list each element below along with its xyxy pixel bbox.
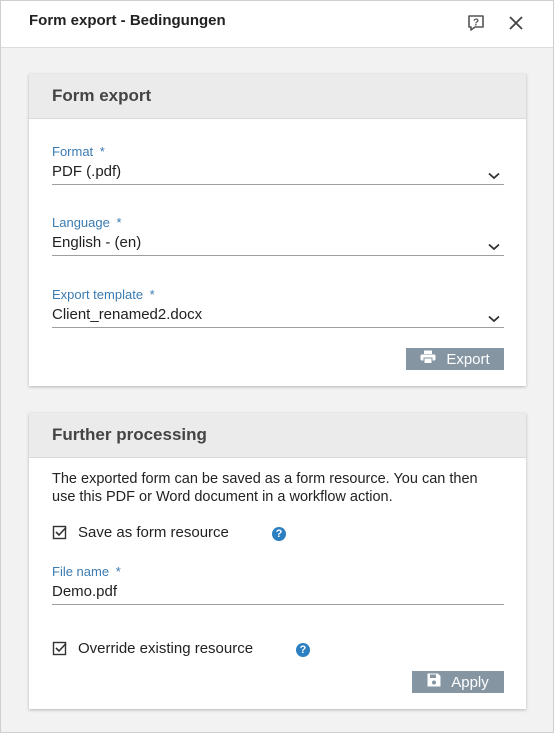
further-processing-header: Further processing [29,413,526,458]
save-as-resource-label: Save as form resource [78,524,229,541]
form-export-header: Form export [29,74,526,119]
required-marker: * [116,215,122,230]
format-label: Format * [52,144,504,159]
format-field[interactable]: Format * PDF (.pdf) [52,144,504,185]
save-icon [427,673,441,691]
language-label-text: Language [52,215,110,230]
save-as-resource-help-icon[interactable]: ? [272,527,286,541]
export-template-select[interactable]: Client_renamed2.docx [52,305,504,328]
required-marker: * [149,287,155,302]
file-name-field[interactable]: File name * Demo.pdf [52,564,504,605]
format-value: PDF (.pdf) [52,163,122,180]
export-template-label: Export template * [52,287,504,302]
dialog-titlebar: Form export - Bedingungen ? [1,1,553,48]
required-marker: * [99,144,105,159]
save-as-resource-checkbox[interactable] [52,525,68,541]
override-resource-checkbox[interactable] [52,641,68,657]
file-name-label-text: File name [52,564,110,579]
help-feedback-icon[interactable]: ? [464,11,488,35]
format-label-text: Format [52,144,94,159]
file-name-input[interactable]: Demo.pdf [52,582,504,605]
override-resource-label: Override existing resource [78,640,254,657]
file-name-value: Demo.pdf [52,583,118,600]
form-export-dialog: Form export - Bedingungen ? Form export … [0,0,554,733]
language-value: English - (en) [52,234,142,251]
export-template-field[interactable]: Export template * Client_renamed2.docx [52,287,504,328]
override-resource-row[interactable]: Override existing resource [52,640,253,657]
apply-button-label: Apply [451,673,489,691]
svg-text:?: ? [473,18,479,29]
further-processing-card: Further processing The exported form can… [29,413,526,709]
form-export-card: Form export Format * PDF (.pdf) Language… [29,74,526,386]
language-field[interactable]: Language * English - (en) [52,215,504,256]
chevron-down-icon[interactable] [488,237,500,257]
apply-button[interactable]: Apply [412,671,504,693]
dialog-title: Form export - Bedingungen [29,12,226,29]
chevron-down-icon[interactable] [488,166,500,186]
format-select[interactable]: PDF (.pdf) [52,162,504,185]
language-select[interactable]: English - (en) [52,233,504,256]
export-button-label: Export [446,350,490,368]
close-icon[interactable] [504,11,528,35]
file-name-label: File name * [52,564,504,579]
export-button[interactable]: Export [406,348,504,370]
export-template-label-text: Export template [52,287,144,302]
language-label: Language * [52,215,504,230]
override-resource-help-icon[interactable]: ? [296,643,310,657]
required-marker: * [115,564,121,579]
save-as-resource-row[interactable]: Save as form resource [52,524,229,541]
printer-icon [420,350,436,368]
further-processing-description: The exported form can be saved as a form… [52,470,512,506]
description-line-2: use this PDF or Word document in a workf… [52,489,393,505]
chevron-down-icon[interactable] [488,309,500,329]
export-template-value: Client_renamed2.docx [52,306,203,323]
description-line-1: The exported form can be saved as a form… [52,471,478,487]
